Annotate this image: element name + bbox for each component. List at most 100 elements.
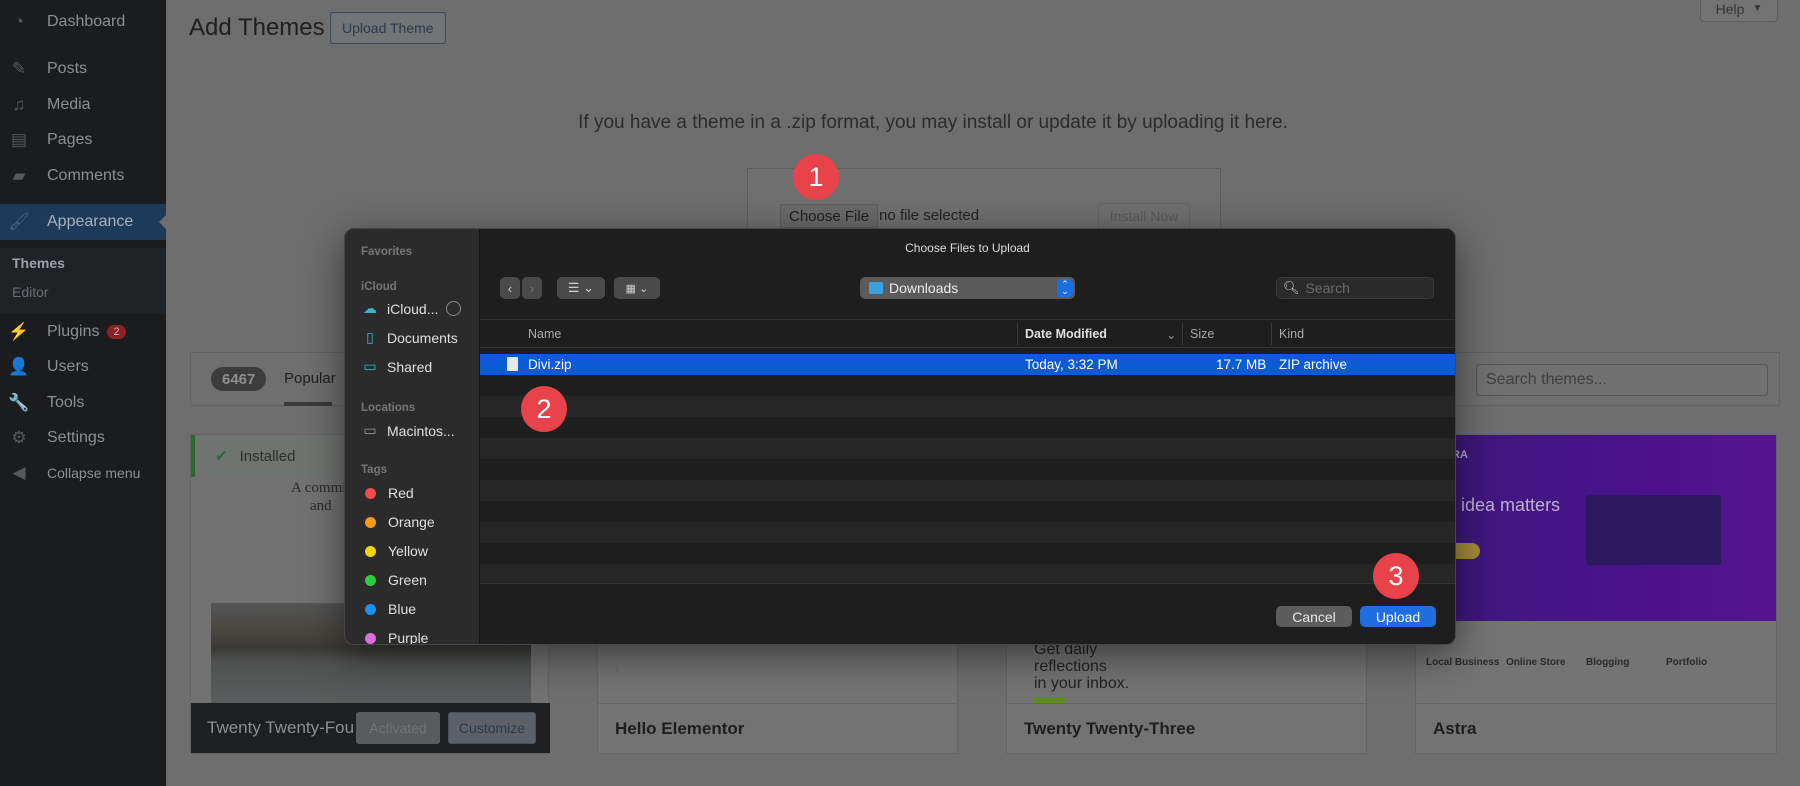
theme-preview-heading: A commit and — [291, 480, 351, 514]
tag-dot-icon — [365, 487, 376, 499]
tag-blue[interactable]: Blue — [361, 601, 416, 617]
sidebar-item-posts[interactable]: ✎ Posts — [0, 51, 166, 87]
dashboard-icon: ◔ — [13, 12, 25, 31]
back-button[interactable]: ‹ — [500, 277, 520, 299]
preview-text: ▯ — [616, 667, 619, 673]
tag-yellow[interactable]: Yellow — [361, 543, 428, 559]
column-size[interactable]: Size — [1190, 327, 1214, 341]
step-marker-3: 3 — [1373, 553, 1419, 599]
tag-purple[interactable]: Purple — [361, 630, 429, 645]
sidebar-item-collapse[interactable]: ◀ Collapse menu — [0, 455, 166, 491]
sidebar-item-plugins[interactable]: ⚡ Plugins 2 — [0, 314, 166, 350]
install-now-button[interactable]: Install Now — [1098, 203, 1190, 229]
theme-name: Astra — [1433, 719, 1477, 738]
empty-row — [480, 396, 1455, 417]
sidebar-icloud-drive[interactable]: ☁ iCloud... — [361, 300, 462, 317]
list-icon: ☰ ⌄ — [567, 280, 595, 295]
location-label: Downloads — [889, 280, 959, 296]
empty-row — [480, 480, 1455, 501]
pin-icon: ✎ — [11, 59, 27, 78]
locations-heading: Locations — [361, 402, 416, 414]
column-separator — [1017, 323, 1018, 345]
search-placeholder: Search — [1305, 280, 1350, 296]
tag-label: Blue — [388, 601, 417, 617]
theme-card-astra[interactable]: ASTRA our idea matters Local Business On… — [1415, 434, 1777, 754]
theme-name: Twenty Twenty-Three — [1024, 719, 1196, 738]
sidebar-item-label: Tools — [47, 394, 85, 411]
customize-button[interactable]: Customize — [448, 712, 536, 744]
favorites-heading: Favorites — [361, 246, 413, 258]
column-name[interactable]: Name — [528, 327, 561, 341]
upload-button[interactable]: Upload — [1360, 606, 1436, 627]
column-separator — [1182, 323, 1183, 345]
shared-folder-icon: ▭ — [363, 358, 377, 374]
upload-theme-button[interactable]: Upload Theme — [330, 12, 446, 44]
upload-instructions: If you have a theme in a .zip format, yo… — [578, 112, 1288, 133]
sidebar-item-comments[interactable]: ▰ Comments — [0, 158, 166, 194]
sidebar-item-label: Users — [47, 358, 89, 375]
column-kind[interactable]: Kind — [1279, 327, 1304, 341]
file-date: Today, 3:32 PM — [1025, 357, 1118, 372]
sidebar-item-users[interactable]: 👤 Users — [0, 349, 166, 385]
check-icon: ✔ — [215, 448, 228, 465]
sort-chevron-icon: ⌄ — [1166, 328, 1177, 342]
theme-card-footer: Twenty Twenty-Four Activated Customize — [191, 703, 550, 753]
tags-heading: Tags — [361, 464, 387, 476]
sidebar-item-appearance[interactable]: 🖌 Appearance — [0, 204, 167, 240]
active-tab-indicator — [284, 402, 332, 406]
tag-orange[interactable]: Orange — [361, 514, 435, 530]
tag-dot-icon — [365, 516, 376, 528]
sidebar-item-label: Documents — [387, 329, 458, 346]
column-date-modified[interactable]: Date Modified — [1025, 327, 1107, 341]
filter-popular-tab[interactable]: Popular — [284, 370, 336, 387]
forward-button[interactable]: › — [522, 277, 542, 299]
file-picker-dialog: Favorites iCloud ☁ iCloud... ▯ Documents… — [344, 228, 1456, 645]
tag-red[interactable]: Red — [361, 485, 414, 501]
zip-file-icon — [507, 357, 518, 371]
choose-file-button[interactable]: Choose File — [780, 204, 879, 228]
list-view-button[interactable]: ☰ ⌄ — [557, 277, 605, 299]
chevron-left-icon: ‹ — [507, 280, 513, 296]
sidebar-shared[interactable]: ▭ Shared — [361, 358, 432, 375]
sidebar-item-label: iCloud... — [387, 300, 439, 317]
search-themes-input[interactable]: Search themes... — [1476, 364, 1768, 396]
sidebar-item-tools[interactable]: 🔧 Tools — [0, 385, 166, 421]
group-view-button[interactable]: ▦ ⌄ — [614, 277, 660, 299]
help-button[interactable]: Help ▼ — [1700, 0, 1778, 22]
submenu-editor[interactable]: Editor — [12, 284, 49, 300]
theme-card-footer: Astra — [1416, 703, 1776, 753]
comment-icon: ▰ — [12, 166, 26, 185]
tag-label: Red — [388, 485, 414, 501]
tag-label: Purple — [388, 630, 429, 645]
sidebar-item-settings[interactable]: ⚙ Settings — [0, 420, 166, 456]
tag-dot-icon — [365, 574, 376, 586]
file-row-divi-zip[interactable]: Divi.zip Today, 3:32 PM 17.7 MB ZIP arch… — [480, 354, 1455, 375]
theme-preview-text: Get daily reflections in your inbox. — [1034, 641, 1130, 692]
theme-card-footer: Twenty Twenty-Three — [1007, 703, 1366, 753]
tag-dot-icon — [365, 632, 376, 644]
sidebar-item-label: Appearance — [47, 213, 134, 230]
brush-icon: 🖌 — [8, 212, 30, 231]
appearance-submenu: Themes Editor — [0, 248, 166, 314]
sidebar-item-dashboard[interactable]: ◔ Dashboard — [0, 4, 166, 40]
sidebar-documents[interactable]: ▯ Documents — [361, 329, 458, 346]
theme-preview-image: ASTRA our idea matters — [1416, 435, 1776, 621]
astra-feature: Portfolio — [1666, 657, 1708, 668]
sidebar-macintosh-hd[interactable]: ▭ Macintos... — [361, 422, 454, 439]
theme-name: Hello Elementor — [615, 719, 745, 738]
tag-green[interactable]: Green — [361, 572, 427, 588]
astra-feature: Blogging — [1586, 657, 1630, 668]
installed-label: Installed — [239, 447, 296, 465]
theme-count: 6467 — [211, 367, 267, 391]
submenu-themes[interactable]: Themes — [12, 255, 65, 271]
cancel-button[interactable]: Cancel — [1276, 606, 1352, 627]
icloud-heading: iCloud — [361, 281, 397, 293]
astra-feature: Online Store — [1506, 657, 1566, 668]
activated-button[interactable]: Activated — [356, 712, 440, 744]
location-dropdown[interactable]: Downloads ⌃ ⌄ — [860, 277, 1075, 299]
dialog-search-input[interactable]: 🔍︎ Search — [1276, 277, 1434, 299]
astra-feature: Local Business — [1426, 657, 1500, 668]
theme-card-footer: Hello Elementor — [598, 703, 957, 753]
wrench-icon: 🔧 — [8, 393, 30, 412]
dialog-footer: Cancel Upload — [480, 583, 1455, 644]
